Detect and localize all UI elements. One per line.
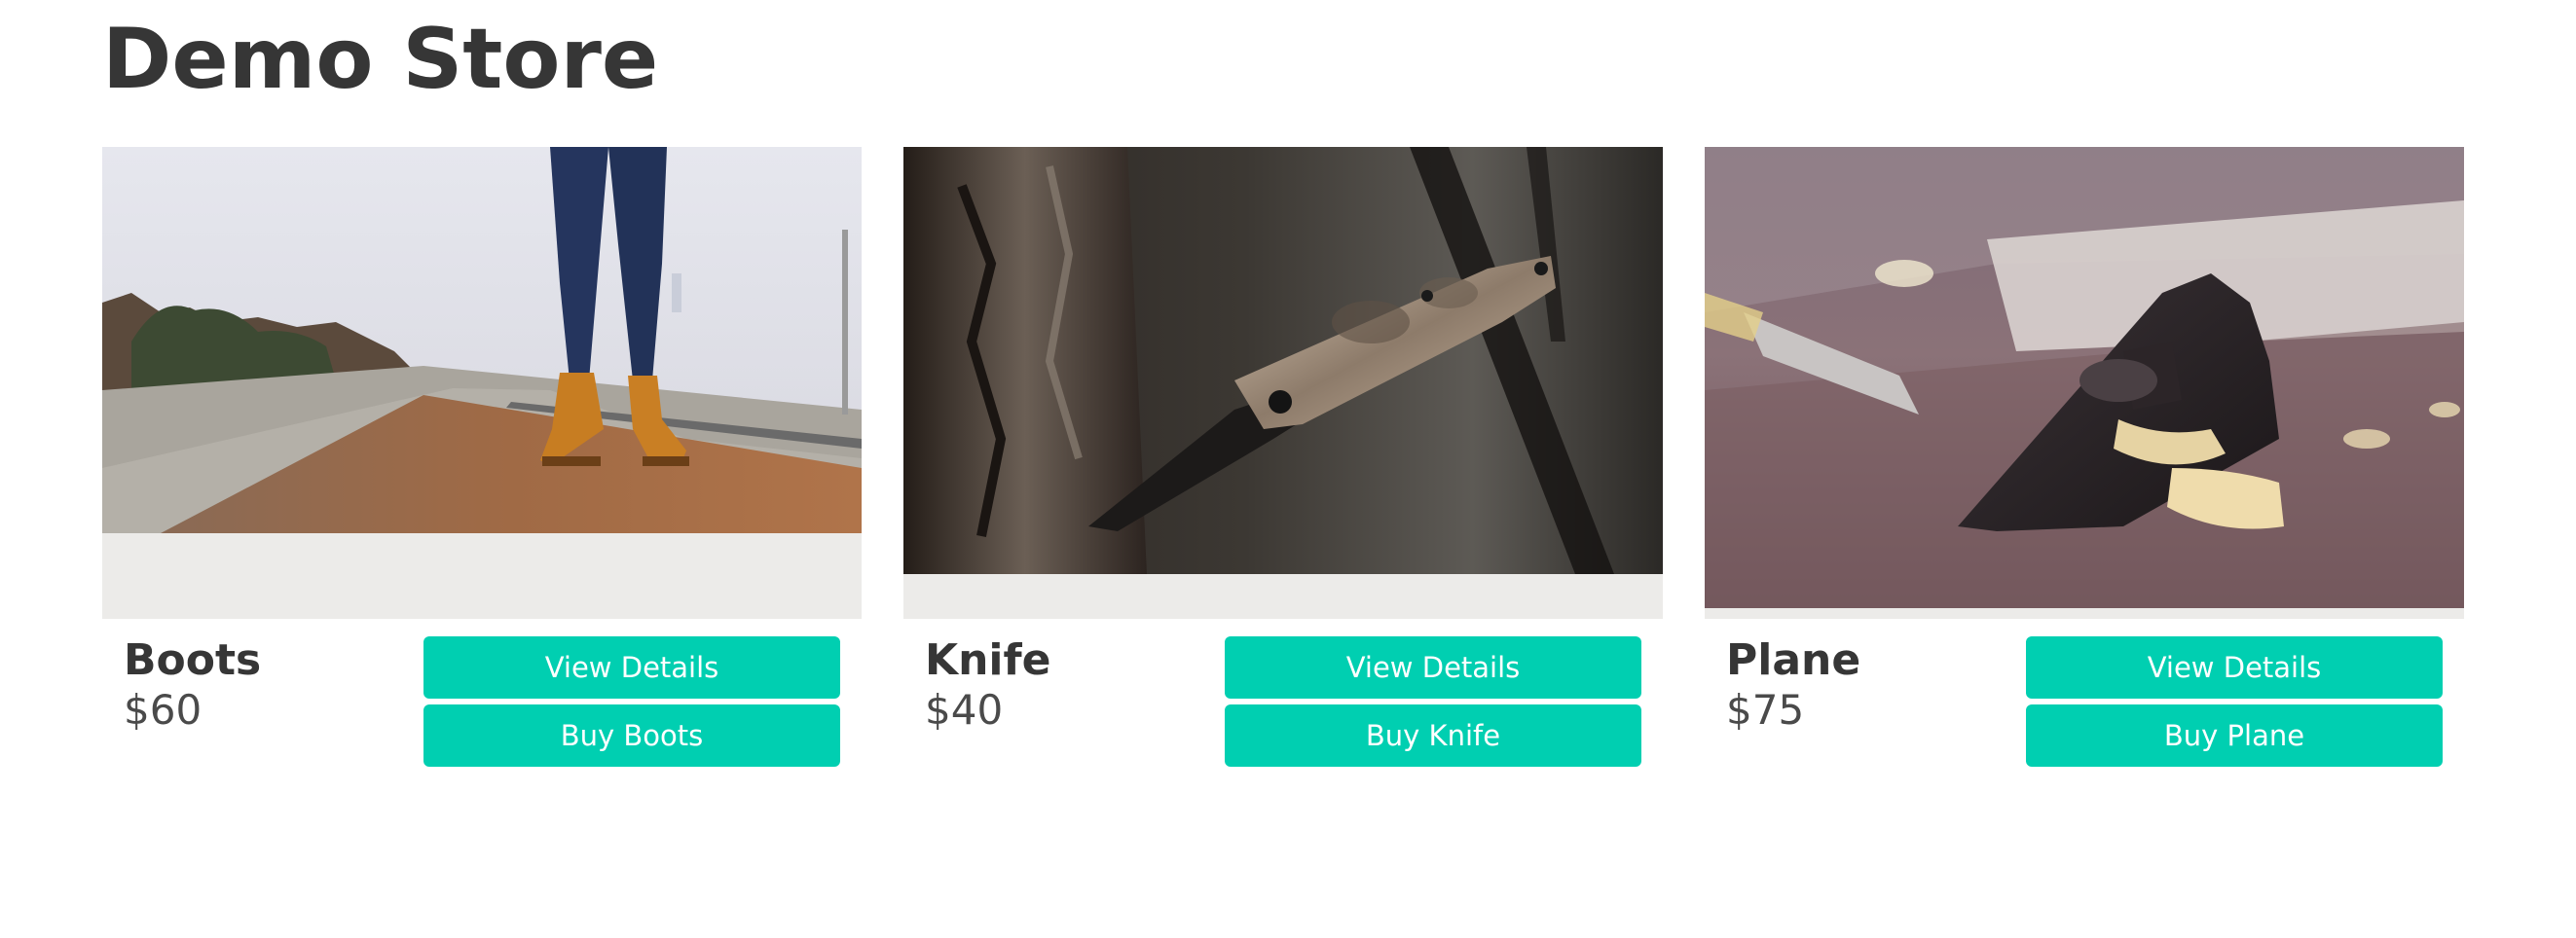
- plane-photo[interactable]: [1705, 147, 2464, 608]
- product-actions: View Details Buy Plane: [2026, 636, 2443, 767]
- buy-plane-button[interactable]: Buy Plane: [2026, 704, 2443, 767]
- product-price: $75: [1726, 686, 1805, 734]
- product-price: $40: [925, 686, 1004, 734]
- product-info: Boots $60: [124, 636, 261, 767]
- product-actions: View Details Buy Boots: [423, 636, 840, 767]
- view-details-button[interactable]: View Details: [423, 636, 840, 699]
- product-name: Boots: [124, 635, 262, 685]
- buy-boots-button[interactable]: Buy Boots: [423, 704, 840, 767]
- card-footer: Plane $75 View Details Buy Plane: [1705, 619, 2464, 767]
- product-card-boots: Boots $60 View Details Buy Boots: [102, 147, 862, 767]
- page-title: Demo Store: [102, 11, 659, 108]
- product-image-frame: [903, 147, 1663, 619]
- view-details-button[interactable]: View Details: [2026, 636, 2443, 699]
- product-info: Plane $75: [1726, 636, 1860, 767]
- boots-photo[interactable]: [102, 147, 862, 533]
- product-info: Knife $40: [925, 636, 1051, 767]
- product-image-frame: [102, 147, 862, 619]
- store-page: Demo Store Boots $60 View Details Buy Bo…: [0, 0, 2576, 938]
- product-name: Plane: [1726, 635, 1861, 685]
- product-grid: Boots $60 View Details Buy Boots Knife $…: [102, 147, 2464, 767]
- view-details-button[interactable]: View Details: [1225, 636, 1641, 699]
- product-card-plane: Plane $75 View Details Buy Plane: [1705, 147, 2464, 767]
- buy-knife-button[interactable]: Buy Knife: [1225, 704, 1641, 767]
- product-image-frame: [1705, 147, 2464, 619]
- product-actions: View Details Buy Knife: [1225, 636, 1641, 767]
- card-footer: Boots $60 View Details Buy Boots: [102, 619, 862, 767]
- knife-photo[interactable]: [903, 147, 1663, 574]
- product-card-knife: Knife $40 View Details Buy Knife: [903, 147, 1663, 767]
- product-price: $60: [124, 686, 202, 734]
- card-footer: Knife $40 View Details Buy Knife: [903, 619, 1663, 767]
- product-name: Knife: [925, 635, 1051, 685]
